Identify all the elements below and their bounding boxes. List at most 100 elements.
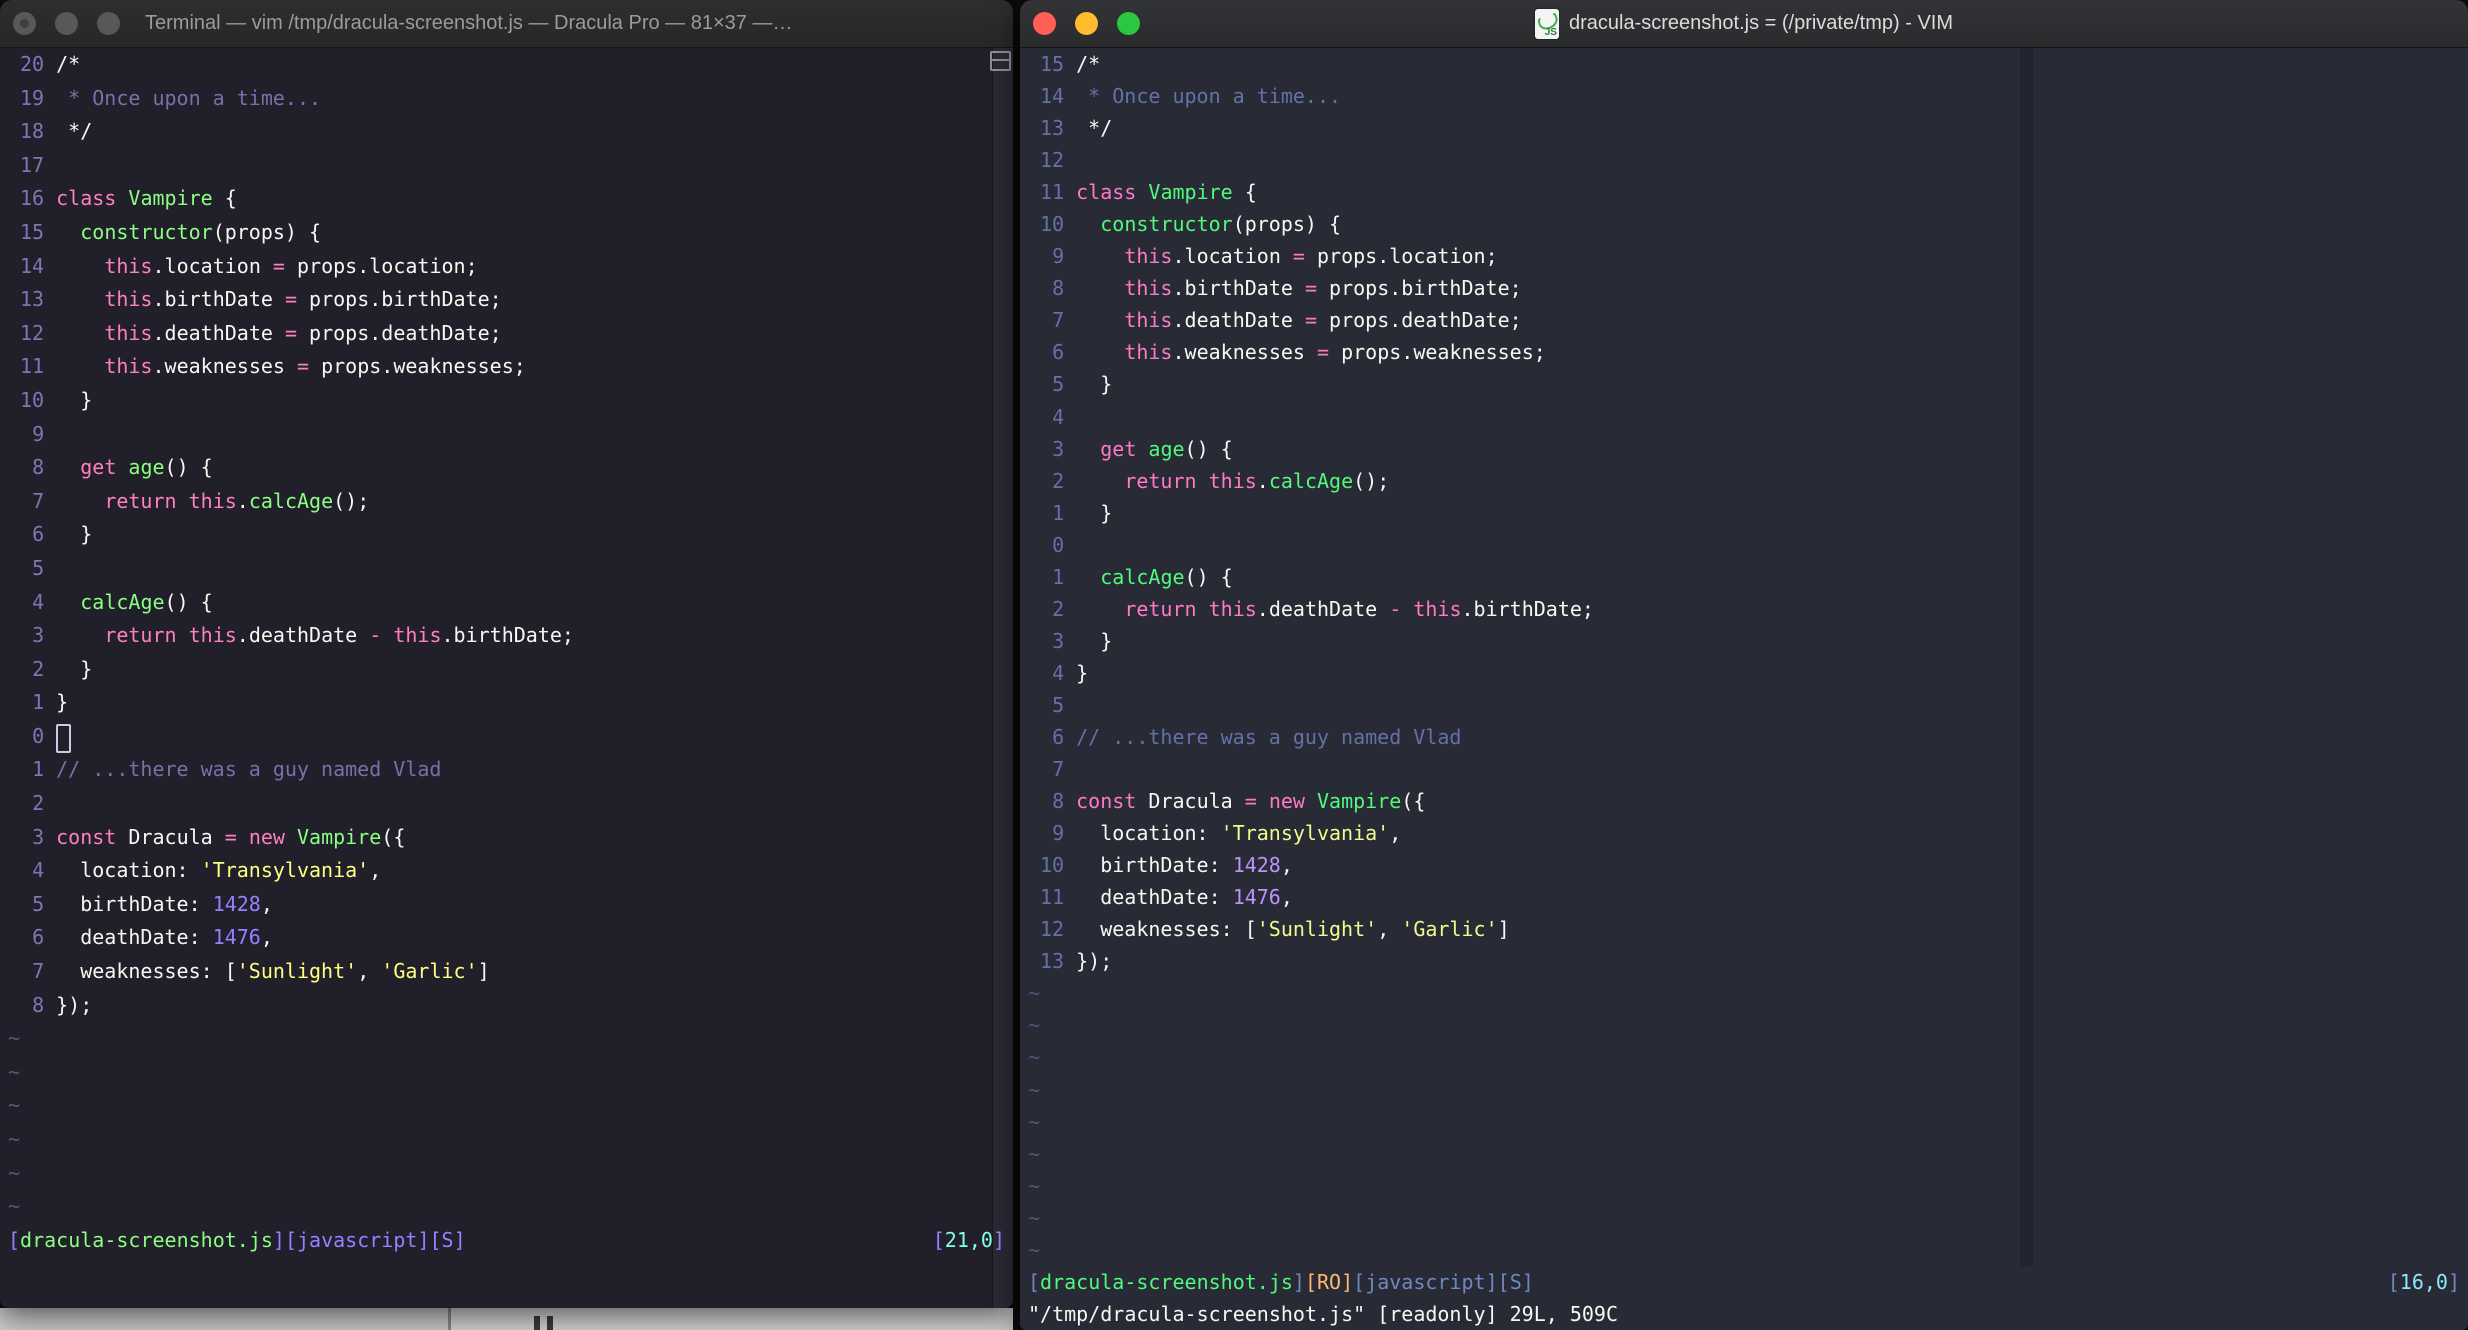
code-line[interactable]: 19 * Once upon a time... — [0, 82, 1013, 116]
empty-buffer-line[interactable]: ~ — [1020, 1074, 2468, 1106]
minimize-button[interactable] — [55, 12, 78, 35]
code-line[interactable]: 15 constructor(props) { — [0, 216, 1013, 250]
code-line[interactable]: 0 — [0, 720, 1013, 754]
empty-buffer-line[interactable]: ~ — [1020, 1041, 2468, 1073]
code-line[interactable]: 11 this.weaknesses = props.weaknesses; — [0, 350, 1013, 384]
code-line[interactable]: 4} — [1020, 657, 2468, 689]
code-line[interactable]: 8}); — [0, 989, 1013, 1023]
code-line[interactable]: 9 — [0, 418, 1013, 452]
background-window-glyph — [534, 1316, 540, 1330]
code-line[interactable]: 12 this.deathDate = props.deathDate; — [0, 317, 1013, 351]
empty-buffer-line[interactable]: ~ — [1020, 1106, 2468, 1138]
code-line[interactable]: 15 /* — [1020, 48, 2468, 80]
vim-command-line[interactable]: "/tmp/dracula-screenshot.js" [readonly] … — [1020, 1298, 2468, 1330]
code-token: /* — [1076, 52, 1101, 76]
code-token: dracula-screenshot.js — [20, 1227, 273, 1252]
code-line[interactable]: 7 weaknesses: ['Sunlight', 'Garlic'] — [0, 955, 1013, 989]
empty-buffer-line[interactable]: ~ — [0, 1123, 1013, 1157]
empty-buffer-line[interactable]: ~ — [1020, 1170, 2468, 1202]
empty-buffer-line[interactable]: ~ — [1020, 977, 2468, 1009]
empty-buffer-line[interactable]: ~ — [0, 1022, 1013, 1056]
empty-buffer-line[interactable]: ~ — [0, 1190, 1013, 1224]
code-line[interactable]: 2 — [0, 787, 1013, 821]
code-token: javascript — [1365, 1269, 1486, 1294]
terminal-titlebar[interactable]: Terminal — vim /tmp/dracula-screenshot.j… — [0, 0, 1013, 48]
code-line[interactable]: 14 this.location = props.location; — [0, 250, 1013, 284]
empty-buffer-line[interactable]: ~ — [1020, 1138, 2468, 1170]
code-token: = — [1304, 308, 1317, 333]
code-line[interactable]: 6 this.weaknesses = props.weaknesses; — [1020, 336, 2468, 368]
code-token: ] — [453, 1227, 466, 1252]
code-line[interactable]: 12 weaknesses: ['Sunlight', 'Garlic'] — [1020, 913, 2468, 945]
vim-titlebar[interactable]: JS dracula-screenshot.js = (/private/tmp… — [1020, 0, 2468, 48]
empty-buffer-line[interactable]: ~ — [0, 1089, 1013, 1123]
code-text: * Once upon a time... — [1076, 84, 1341, 108]
code-line[interactable]: 3 return this.deathDate - this.birthDate… — [0, 619, 1013, 653]
close-button[interactable] — [13, 12, 36, 35]
code-line[interactable]: 6 } — [0, 518, 1013, 552]
code-line[interactable]: 10 constructor(props) { — [1020, 208, 2468, 240]
code-line[interactable]: 7 this.deathDate = props.deathDate; — [1020, 304, 2468, 336]
empty-buffer-line[interactable]: ~ — [1020, 1202, 2468, 1234]
zoom-button[interactable] — [1117, 12, 1140, 35]
code-line[interactable]: 8 this.birthDate = props.birthDate; — [1020, 272, 2468, 304]
code-line[interactable]: 1 calcAge() { — [1020, 561, 2468, 593]
code-line[interactable]: 10 } — [0, 384, 1013, 418]
close-button[interactable] — [1033, 12, 1056, 35]
code-line[interactable]: 13 */ — [1020, 112, 2468, 144]
code-token: } — [1076, 372, 1113, 397]
code-line[interactable]: 9 this.location = props.location; — [1020, 240, 2468, 272]
code-line[interactable]: 1 } — [1020, 497, 2468, 529]
code-line[interactable]: 3 const Dracula = new Vampire({ — [0, 821, 1013, 855]
code-line[interactable]: 3 get age() { — [1020, 433, 2468, 465]
code-line[interactable]: 9 location: 'Transylvania', — [1020, 817, 2468, 849]
code-line[interactable]: 7 — [1020, 753, 2468, 785]
code-line[interactable]: 5 — [1020, 689, 2468, 721]
vim-cursor — [56, 723, 71, 753]
code-token: } — [1076, 628, 1113, 653]
code-line[interactable]: 2 return this.calcAge(); — [1020, 465, 2468, 497]
vim-statusline[interactable]: [dracula-screenshot.js][javascript][S] [2… — [0, 1224, 1013, 1258]
code-line[interactable]: 8 const Dracula = new Vampire({ — [1020, 785, 2468, 817]
code-line[interactable]: 16 class Vampire { — [0, 182, 1013, 216]
code-line[interactable]: 4 calcAge() { — [0, 586, 1013, 620]
code-line[interactable]: 6 // ...there was a guy named Vlad — [1020, 721, 2468, 753]
zoom-button[interactable] — [97, 12, 120, 35]
code-line[interactable]: 6 deathDate: 1476, — [0, 921, 1013, 955]
minimize-button[interactable] — [1075, 12, 1098, 35]
code-line[interactable]: 8 get age() { — [0, 451, 1013, 485]
code-line[interactable]: 1} — [0, 686, 1013, 720]
code-line[interactable]: 7 return this.calcAge(); — [0, 485, 1013, 519]
code-line[interactable]: 5 } — [1020, 368, 2468, 400]
code-line[interactable]: 4 — [1020, 401, 2468, 433]
code-line[interactable]: 1 // ...there was a guy named Vlad — [0, 753, 1013, 787]
empty-buffer-line[interactable]: ~ — [1020, 1009, 2468, 1041]
code-line[interactable]: 2 return this.deathDate - this.birthDate… — [1020, 593, 2468, 625]
code-line[interactable]: 5 birthDate: 1428, — [0, 888, 1013, 922]
code-line[interactable]: 10 birthDate: 1428, — [1020, 849, 2468, 881]
code-line[interactable]: 18 */ — [0, 115, 1013, 149]
code-line[interactable]: 13}); — [1020, 945, 2468, 977]
code-line[interactable]: 2 } — [0, 653, 1013, 687]
code-line[interactable]: 5 — [0, 552, 1013, 586]
code-text: this.birthDate = props.birthDate; — [56, 287, 501, 311]
code-line[interactable]: 4 location: 'Transylvania', — [0, 854, 1013, 888]
code-line[interactable]: 12 — [1020, 144, 2468, 176]
empty-buffer-line[interactable]: ~ — [1020, 1234, 2468, 1266]
vim-command-line[interactable] — [0, 1257, 1013, 1291]
code-token: (); — [333, 488, 370, 513]
empty-buffer-line[interactable]: ~ — [0, 1157, 1013, 1191]
vim-buffer-left[interactable]: 20/* 19 * Once upon a time... 18 */17 16 cla… — [0, 48, 1013, 1308]
code-line[interactable]: 11 deathDate: 1476, — [1020, 881, 2468, 913]
code-line[interactable]: 17 — [0, 149, 1013, 183]
code-line[interactable]: 0 — [1020, 529, 2468, 561]
code-line[interactable]: 20 /* — [0, 48, 1013, 82]
vim-statusline[interactable]: [dracula-screenshot.js][RO][javascript][… — [1020, 1266, 2468, 1298]
empty-buffer-line[interactable]: ~ — [0, 1056, 1013, 1090]
vim-buffer-right[interactable]: 15/* 14 * Once upon a time... 13 */12 11 cla… — [1020, 48, 2468, 1330]
code-line[interactable]: 3 } — [1020, 625, 2468, 657]
code-line[interactable]: 14 * Once upon a time... — [1020, 80, 2468, 112]
code-line[interactable]: 13 this.birthDate = props.birthDate; — [0, 283, 1013, 317]
code-line[interactable]: 11 class Vampire { — [1020, 176, 2468, 208]
